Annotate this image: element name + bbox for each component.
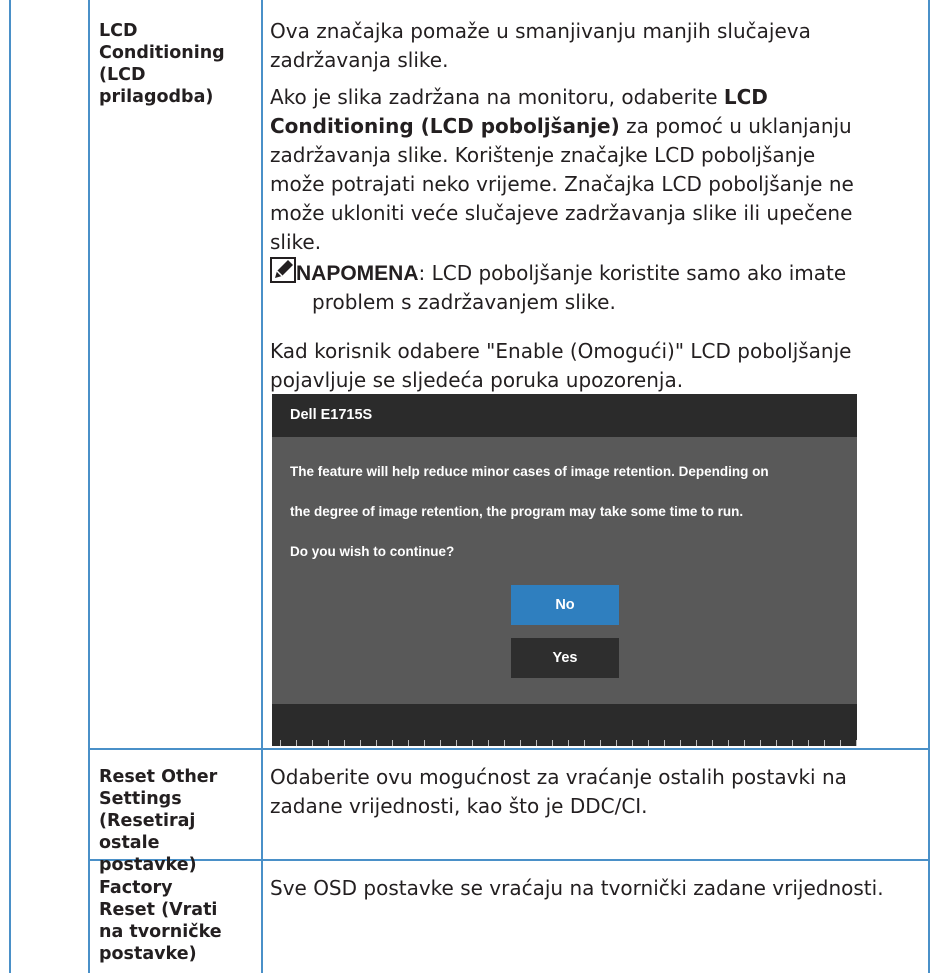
- text-line: Ako je slika zadržana na monitoru, odabe…: [270, 83, 925, 112]
- lcd-paragraph-2: Ako je slika zadržana na monitoru, odabe…: [270, 83, 925, 257]
- osd-yes-button[interactable]: Yes: [511, 638, 619, 678]
- text-line: može ukloniti veće slučajeve zadržavanja…: [270, 201, 853, 225]
- label-line: Conditioning: [99, 43, 225, 63]
- text-line: slike.: [270, 230, 322, 254]
- text-line: Sve OSD postavke se vraćaju na tvornički…: [270, 876, 884, 900]
- osd-title: Dell E1715S: [290, 407, 373, 423]
- text-line: Kad korisnik odabere "Enable (Omogući)" …: [270, 339, 852, 363]
- text-line: Conditioning (LCD poboljšanje) za pomoć …: [270, 112, 925, 141]
- text-run: : LCD poboljšanje koristite samo ako ima…: [418, 261, 847, 285]
- text-line: NAPOMENA: LCD poboljšanje koristite samo…: [270, 257, 925, 288]
- osd-footer-dots: [272, 740, 857, 746]
- row-divider-1: [88, 748, 930, 750]
- text-line: zadane vrijednosti, kao što je DDC/CI.: [270, 794, 648, 818]
- table-left-border: [9, 0, 11, 973]
- table-col-divider-2: [261, 0, 263, 973]
- text-line: zadržavanja slike.: [270, 48, 449, 72]
- text-line: problem s zadržavanjem slike.: [312, 290, 616, 314]
- label-line: postavke): [99, 855, 197, 875]
- label-line: Factory: [99, 878, 173, 898]
- text-line: zadržavanja slike. Korištenje značajke L…: [270, 143, 816, 167]
- osd-title-bar: Dell E1715S: [272, 394, 857, 437]
- osd-message-line: the degree of image retention, the progr…: [290, 504, 744, 519]
- note-label: NAPOMENA: [296, 262, 419, 285]
- note-block: NAPOMENA: LCD poboljšanje koristite samo…: [270, 257, 925, 317]
- lcd-paragraph-3: Kad korisnik odabere "Enable (Omogući)" …: [270, 337, 925, 395]
- osd-message-line: The feature will help reduce minor cases…: [290, 464, 769, 479]
- text-line: pojavljuje se sljedeća poruka upozorenja…: [270, 368, 684, 392]
- label-line: (Resetiraj ostale: [99, 811, 196, 853]
- table-col-divider-1: [88, 0, 90, 973]
- label-line: (LCD: [99, 65, 146, 85]
- text-run: Ako je slika zadržana na monitoru, odabe…: [270, 85, 724, 109]
- factory-reset-description: Sve OSD postavke se vraćaju na tvornički…: [270, 874, 925, 903]
- reset-other-description: Odaberite ovu mogućnost za vraćanje osta…: [270, 763, 925, 821]
- text-line: može potrajati neko vrijeme. Značajka LC…: [270, 172, 854, 196]
- label-line: prilagodba): [99, 87, 214, 107]
- row-label-factory-reset: Factory Reset (Vrati na tvorničke postav…: [99, 877, 259, 965]
- label-line: na tvorničke: [99, 922, 222, 942]
- row-label-lcd-conditioning: LCD Conditioning (LCD prilagodba): [99, 20, 259, 108]
- bold-term: Conditioning (LCD poboljšanje): [270, 114, 620, 138]
- label-line: Reset Other: [99, 767, 218, 787]
- text-run: za pomoć u uklanjanju: [619, 114, 852, 138]
- label-line: Settings: [99, 789, 182, 809]
- bold-term: LCD: [723, 85, 768, 109]
- osd-message-line: Do you wish to continue?: [290, 544, 455, 559]
- pencil-note-icon: [270, 257, 296, 283]
- row-label-reset-other-settings: Reset Other Settings (Resetiraj ostale p…: [99, 766, 259, 876]
- label-line: Reset (Vrati: [99, 900, 218, 920]
- text-line: Ova značajka pomaže u smanjivanju manjih…: [270, 19, 811, 43]
- lcd-paragraph-1: Ova značajka pomaže u smanjivanju manjih…: [270, 17, 925, 75]
- label-line: postavke): [99, 944, 197, 964]
- text-line: Odaberite ovu mogućnost za vraćanje osta…: [270, 765, 847, 789]
- osd-no-button[interactable]: No: [511, 585, 619, 625]
- label-line: LCD: [99, 21, 138, 41]
- osd-warning-dialog: Dell E1715S The feature will help reduce…: [272, 394, 857, 746]
